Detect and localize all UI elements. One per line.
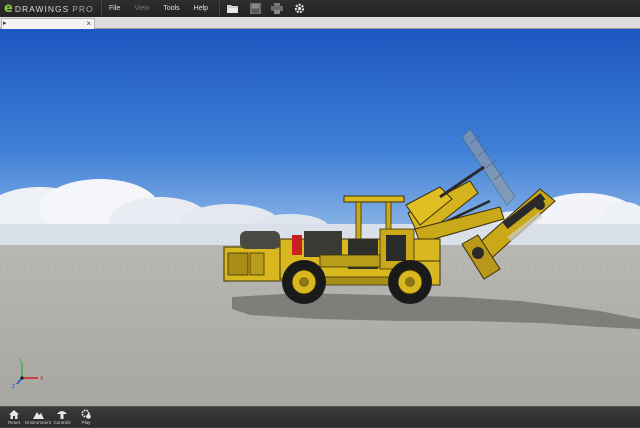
edrawings-logo: e DRAWINGS PRO (0, 0, 102, 17)
front-wheel (388, 260, 432, 304)
save-icon[interactable] (248, 3, 262, 15)
document-tab[interactable]: ▸ × (1, 18, 95, 29)
title-bar: e DRAWINGS PRO File View Tools Help (0, 0, 640, 17)
triad-x-label: X (40, 376, 44, 382)
menu-tools[interactable]: Tools (156, 5, 186, 12)
play-button[interactable]: Play (74, 407, 98, 428)
environment-button[interactable]: Environment (25, 407, 51, 428)
controls-button[interactable]: Controls (50, 407, 74, 428)
menu-help[interactable]: Help (187, 5, 215, 12)
logo-mark: e (4, 1, 13, 16)
toolbar (220, 0, 306, 17)
mountain-icon (32, 409, 44, 419)
play-label: Play (81, 420, 91, 425)
menu-file[interactable]: File (102, 5, 127, 12)
mushroom-icon (57, 409, 68, 419)
controls-label: Controls (53, 420, 71, 425)
model-viewport[interactable] (0, 29, 640, 406)
document-tab-strip: ▸ × (0, 17, 640, 29)
bottom-toolbar: Reset Environment Controls Play (0, 406, 640, 427)
rear-wheel (282, 260, 326, 304)
triad-z-label: Z (12, 384, 15, 388)
folder-open-icon[interactable] (226, 3, 240, 15)
menu-view[interactable]: View (127, 5, 156, 12)
tab-arrow-icon[interactable]: ▸ (3, 20, 7, 28)
menu-bar: File View Tools Help (102, 0, 221, 17)
reset-button[interactable]: Reset (2, 407, 26, 428)
home-icon (9, 409, 20, 419)
environment-label: Environment (25, 420, 51, 425)
logo-word: DRAWINGS (14, 3, 70, 14)
play-gear-icon (81, 409, 92, 419)
settings-gear-icon[interactable] (292, 3, 306, 15)
logo-edition: PRO (72, 3, 94, 14)
print-icon[interactable] (270, 3, 284, 15)
axis-triad: Y X Z (12, 358, 52, 390)
reset-label: Reset (7, 420, 20, 425)
tab-close-icon[interactable]: × (86, 19, 91, 28)
